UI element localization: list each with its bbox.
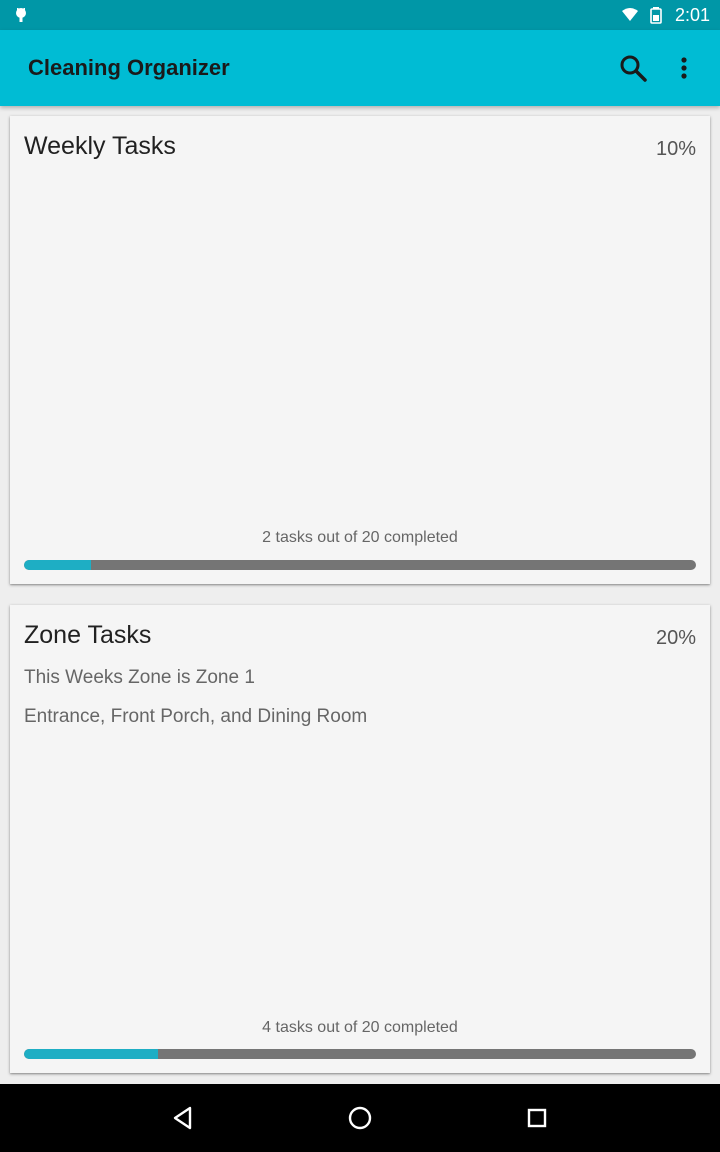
status-bar: 2:01 [0, 0, 720, 30]
weekly-tasks-percent: 10% [655, 138, 696, 160]
zone-tasks-progress-bar [24, 1049, 696, 1059]
zone-number-text: This Weeks Zone is Zone 1 [24, 667, 255, 688]
weekly-tasks-progress-bar [24, 560, 696, 570]
app-title: Cleaning Organizer [28, 55, 230, 80]
battery-icon [650, 7, 662, 24]
notification-bug-icon [16, 8, 26, 22]
navigation-bar [0, 1084, 720, 1152]
home-icon[interactable] [345, 1103, 375, 1133]
zone-tasks-title: Zone Tasks [24, 621, 152, 649]
status-time: 2:01 [674, 5, 710, 25]
wifi-icon [621, 8, 638, 21]
search-icon[interactable] [617, 52, 649, 84]
zone-tasks-progress-fill [24, 1049, 159, 1059]
weekly-tasks-title: Weekly Tasks [24, 132, 176, 160]
app-bar: Cleaning Organizer [0, 30, 720, 106]
back-icon[interactable] [168, 1103, 198, 1133]
recents-icon[interactable] [522, 1103, 552, 1133]
weekly-tasks-progress-fill [24, 560, 92, 570]
weekly-tasks-progress-text: 2 tasks out of 20 completed [262, 529, 458, 546]
status-icons: 2:01 [613, 0, 710, 30]
zone-areas-text: Entrance, Front Porch, and Dining Room [24, 706, 368, 727]
overflow-menu-icon[interactable] [668, 52, 700, 84]
zone-tasks-card[interactable]: Zone Tasks 20% This Weeks Zone is Zone 1… [10, 605, 710, 1073]
weekly-tasks-card[interactable]: Weekly Tasks 10% 2 tasks out of 20 compl… [10, 116, 710, 584]
zone-tasks-percent: 20% [655, 627, 696, 649]
zone-tasks-progress-text: 4 tasks out of 20 completed [262, 1019, 458, 1036]
